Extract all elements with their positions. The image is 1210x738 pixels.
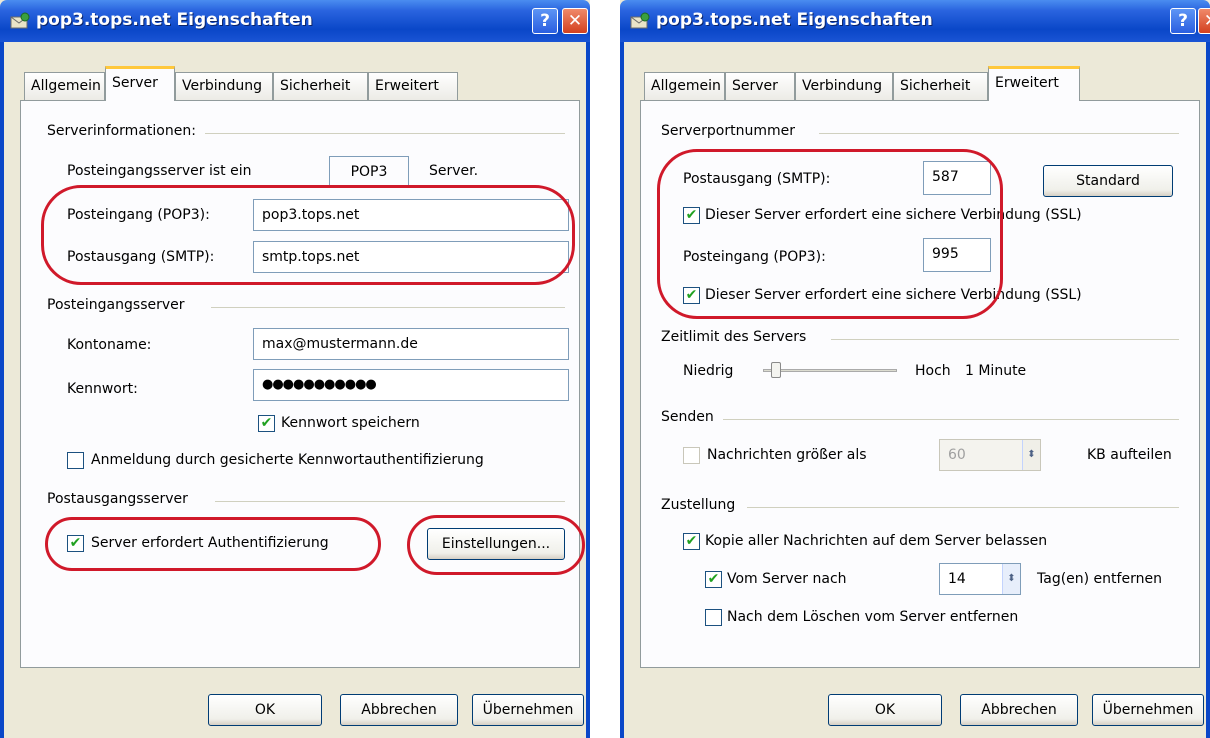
split-size-spinner[interactable]: ⬍ xyxy=(1022,440,1040,470)
window-frame xyxy=(0,42,4,738)
save-password-label[interactable]: Kennwort speichern xyxy=(281,415,420,431)
tab-allgemein[interactable]: Allgemein xyxy=(24,72,105,100)
timeout-low-label: Niedrig xyxy=(683,363,734,379)
group-heading: Zustellung xyxy=(661,497,736,513)
remove-after-unit: Tag(en) entfernen xyxy=(1037,571,1162,587)
remove-on-delete-label[interactable]: Nach dem Löschen vom Server entfernen xyxy=(727,609,1018,625)
divider xyxy=(819,133,1179,134)
tab-server[interactable]: Server xyxy=(725,72,795,100)
annotation-oval xyxy=(657,149,1003,319)
split-unit-label: KB aufteilen xyxy=(1087,447,1172,463)
tab-sicherheit[interactable]: Sicherheit xyxy=(273,72,368,100)
tab-erweitert[interactable]: Erweitert xyxy=(368,72,458,100)
tab-sicherheit[interactable]: Sicherheit xyxy=(893,72,988,100)
tab-panel: Serverinformationen: Posteingangsserver … xyxy=(20,100,585,668)
divider xyxy=(831,339,1179,340)
tab-allgemein[interactable]: Allgemein xyxy=(644,72,725,100)
divider xyxy=(205,133,565,134)
window-frame xyxy=(1206,42,1210,738)
incoming-type-suffix: Server. xyxy=(429,163,479,179)
close-button[interactable]: ✕ xyxy=(1198,8,1210,34)
title-bar[interactable]: pop3.tops.net Eigenschaften ? ✕ xyxy=(0,0,590,42)
ok-button[interactable]: OK xyxy=(208,694,322,726)
cancel-button[interactable]: Abbrechen xyxy=(960,694,1078,726)
password-input[interactable]: ●●●●●●●●●●● xyxy=(253,369,569,401)
account-name-input[interactable]: max@mustermann.de xyxy=(253,328,569,360)
dialog-title: pop3.tops.net Eigenschaften xyxy=(656,10,933,30)
title-bar[interactable]: pop3.tops.net Eigenschaften ? ✕ xyxy=(620,0,1210,42)
group-heading: Postausgangsserver xyxy=(47,491,188,507)
window-frame xyxy=(586,42,590,738)
split-messages-label[interactable]: Nachrichten größer als xyxy=(707,447,867,463)
mail-account-icon xyxy=(10,12,30,29)
properties-dialog-server-tab: pop3.tops.net Eigenschaften ? ✕ Allgemei… xyxy=(0,0,590,738)
window-frame xyxy=(620,42,624,738)
remove-after-checkbox[interactable]: ✔ xyxy=(705,571,722,588)
incoming-type-label: Posteingangsserver ist ein xyxy=(67,163,252,179)
tab-server[interactable]: Server xyxy=(105,66,175,101)
close-button[interactable]: ✕ xyxy=(562,8,588,34)
help-button[interactable]: ? xyxy=(532,8,558,34)
remove-on-delete-checkbox[interactable] xyxy=(705,609,722,626)
timeout-high-label: Hoch xyxy=(915,363,951,379)
group-heading: Posteingangsserver xyxy=(47,297,185,313)
tab-erweitert[interactable]: Erweitert xyxy=(988,66,1080,101)
divider xyxy=(211,307,565,308)
group-heading: Serverinformationen: xyxy=(47,123,196,139)
standard-button[interactable]: Standard xyxy=(1043,165,1173,197)
remove-after-days-input[interactable]: 14 ⬍ xyxy=(939,563,1021,595)
properties-dialog-advanced-tab: pop3.tops.net Eigenschaften ? ✕ Allgemei… xyxy=(620,0,1210,738)
group-heading: Serverportnummer xyxy=(661,123,795,139)
annotation-oval xyxy=(407,515,585,575)
account-label: Kontoname: xyxy=(67,337,152,353)
split-size-input[interactable]: 60 ⬍ xyxy=(939,439,1041,471)
password-label: Kennwort: xyxy=(67,381,138,397)
split-messages-checkbox[interactable] xyxy=(683,447,700,464)
tab-verbindung[interactable]: Verbindung xyxy=(795,72,893,100)
save-password-checkbox[interactable]: ✔ xyxy=(258,415,275,432)
apply-button[interactable]: Übernehmen xyxy=(472,694,584,726)
group-heading: Senden xyxy=(661,409,714,425)
keep-copy-checkbox[interactable]: ✔ xyxy=(683,533,700,550)
remove-after-days-value: 14 xyxy=(948,571,966,587)
timeout-slider-track[interactable] xyxy=(763,369,897,372)
annotation-oval xyxy=(41,185,575,285)
spa-label[interactable]: Anmeldung durch gesicherte Kennwortauthe… xyxy=(91,452,484,468)
divider xyxy=(215,501,565,502)
remove-after-label[interactable]: Vom Server nach xyxy=(727,571,847,587)
keep-copy-label[interactable]: Kopie aller Nachrichten auf dem Server b… xyxy=(705,533,1047,549)
spa-checkbox[interactable] xyxy=(67,452,84,469)
mail-account-icon xyxy=(630,12,650,29)
annotation-oval xyxy=(45,517,381,571)
tab-panel: Serverportnummer Postausgang (SMTP): 587… xyxy=(640,100,1200,668)
group-heading: Zeitlimit des Servers xyxy=(661,329,807,345)
help-button[interactable]: ? xyxy=(1170,8,1196,34)
divider xyxy=(747,507,1179,508)
remove-after-days-spinner[interactable]: ⬍ xyxy=(1002,564,1020,594)
tab-verbindung[interactable]: Verbindung xyxy=(175,72,273,100)
timeout-slider-thumb[interactable] xyxy=(771,362,782,378)
ok-button[interactable]: OK xyxy=(828,694,942,726)
apply-button[interactable]: Übernehmen xyxy=(1092,694,1204,726)
incoming-type-value: POP3 xyxy=(329,156,409,188)
dialog-title: pop3.tops.net Eigenschaften xyxy=(36,10,313,30)
split-size-value: 60 xyxy=(948,447,966,463)
timeout-value: 1 Minute xyxy=(965,363,1027,379)
cancel-button[interactable]: Abbrechen xyxy=(340,694,458,726)
divider xyxy=(723,419,1179,420)
